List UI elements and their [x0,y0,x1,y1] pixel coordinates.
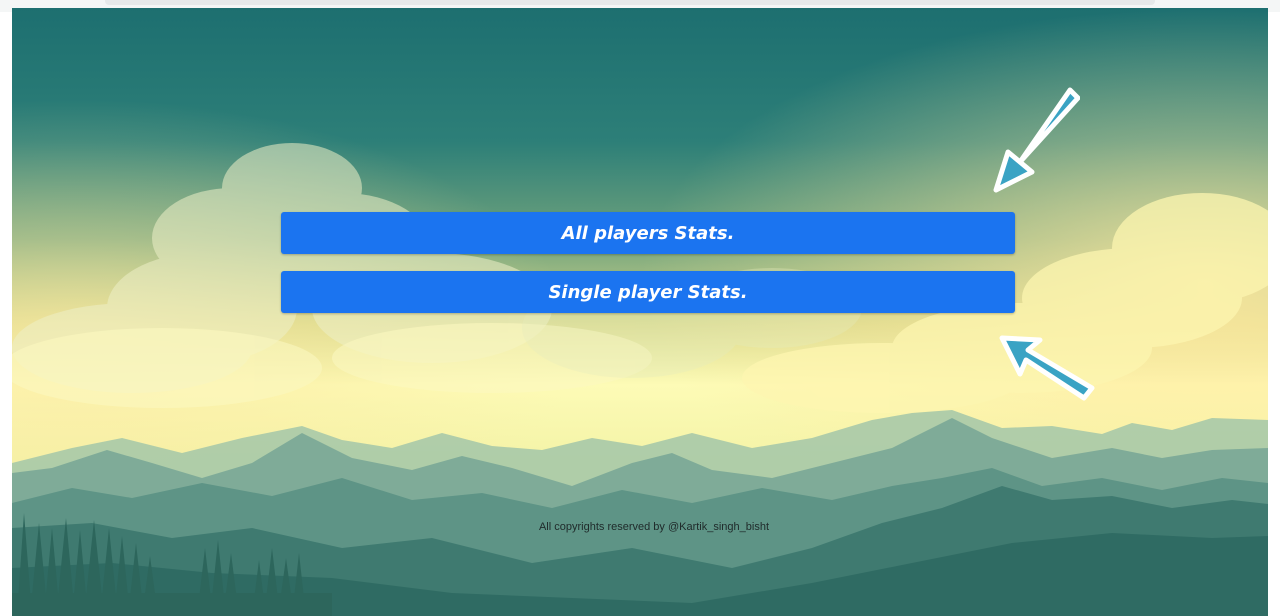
arrow-down-left-icon [993,87,1080,193]
copyright-footer: All copyrights reserved by @Kartik_singh… [538,521,770,533]
all-players-stats-button[interactable]: All players Stats. [281,212,1015,254]
arrow-up-left-icon [999,335,1095,401]
browser-address-bar-edge [105,0,1155,5]
single-player-stats-button[interactable]: Single player Stats. [281,271,1015,313]
